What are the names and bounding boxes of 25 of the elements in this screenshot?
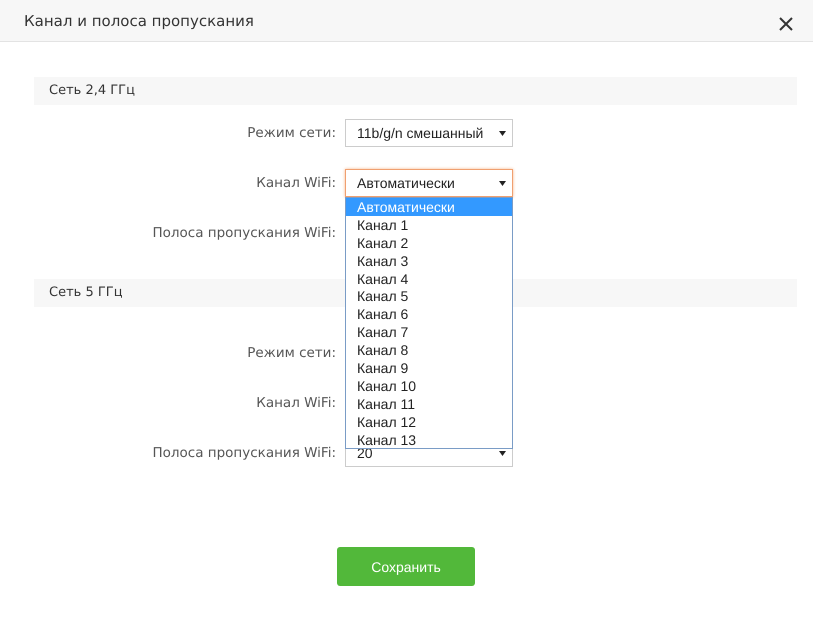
dropdown-option[interactable]: Канал 5 <box>346 287 512 306</box>
section-header: Сеть 2,4 ГГц <box>34 77 797 105</box>
field-label: Режим сети: <box>246 125 336 141</box>
field-label: Канал WiFi: <box>255 395 336 411</box>
dropdown-option[interactable]: Канал 3 <box>346 252 512 270</box>
dropdown-option[interactable]: Канал 1 <box>346 216 512 234</box>
dropdown-select[interactable]: 11b/g/n смешанный <box>345 119 513 147</box>
field-label: Канал WiFi: <box>255 175 336 191</box>
close-button[interactable] <box>779 16 793 30</box>
dialog-title: Канал и полоса пропускания <box>24 12 254 30</box>
field-label: Полоса пропускания WiFi: <box>151 445 336 461</box>
dropdown-option[interactable]: Канал 6 <box>346 305 512 324</box>
dropdown-option[interactable]: Канал 11 <box>346 394 512 413</box>
dropdown-option[interactable]: Канал 12 <box>346 412 512 431</box>
dropdown-option[interactable]: Канал 9 <box>346 359 512 377</box>
caret-icon <box>499 130 506 136</box>
close-icon <box>779 16 793 30</box>
dropdown-option[interactable]: Канал 2 <box>346 234 512 252</box>
field-label: Режим сети: <box>246 345 336 361</box>
dropdown-option[interactable]: Канал 8 <box>346 341 512 360</box>
dropdown-option[interactable]: Канал 10 <box>346 376 512 395</box>
dropdown-option[interactable]: Канал 7 <box>346 323 512 342</box>
caret-icon <box>499 180 506 186</box>
field-label: Полоса пропускания WiFi: <box>151 225 336 241</box>
dropdown-select[interactable]: Автоматически <box>345 169 513 197</box>
